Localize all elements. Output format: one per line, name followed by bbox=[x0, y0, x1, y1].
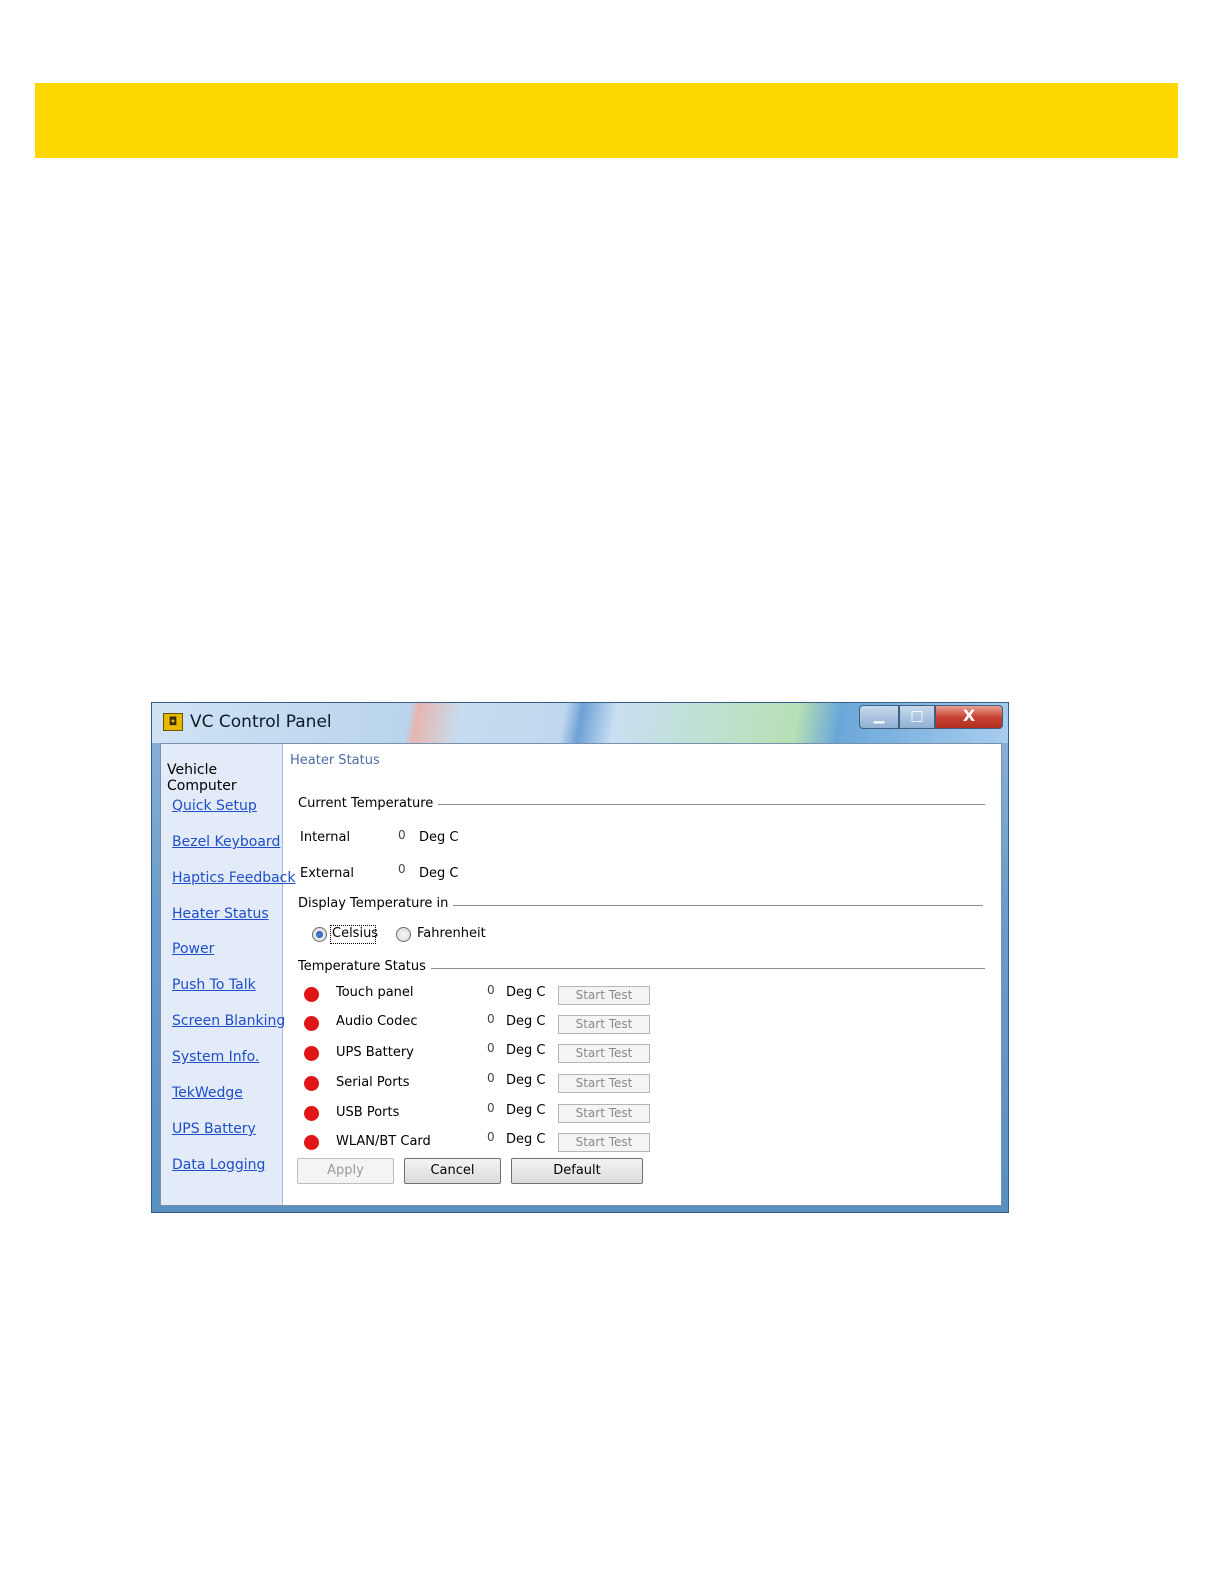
row-unit: Deg C bbox=[506, 1073, 546, 1088]
row-value: 0 bbox=[487, 1012, 495, 1026]
internal-label: Internal bbox=[300, 830, 351, 845]
group-divider bbox=[438, 905, 983, 906]
maximize-button[interactable]: □ bbox=[899, 705, 935, 729]
row-name-touch-panel: Touch panel bbox=[336, 985, 414, 1000]
default-button[interactable]: Default bbox=[511, 1158, 643, 1184]
row-name-ups-battery: UPS Battery bbox=[336, 1045, 414, 1060]
fahrenheit-label[interactable]: Fahrenheit bbox=[417, 926, 486, 941]
status-led-icon bbox=[304, 1016, 319, 1031]
display-temperature-label: Display Temperature in bbox=[298, 896, 454, 911]
celsius-label[interactable]: Celsius bbox=[332, 926, 378, 941]
sidebar-item-push-to-talk[interactable]: Push To Talk bbox=[172, 977, 256, 993]
start-test-button-audio-codec[interactable]: Start Test bbox=[558, 1015, 650, 1034]
external-value: 0 bbox=[398, 862, 406, 876]
status-led-icon bbox=[304, 1076, 319, 1091]
external-label: External bbox=[300, 866, 354, 881]
cancel-button[interactable]: Cancel bbox=[404, 1158, 501, 1184]
apply-button[interactable]: Apply bbox=[297, 1158, 394, 1184]
start-test-button-usb-ports[interactable]: Start Test bbox=[558, 1104, 650, 1123]
row-unit: Deg C bbox=[506, 985, 546, 1000]
row-name-usb-ports: USB Ports bbox=[336, 1105, 400, 1120]
start-test-button-touch-panel[interactable]: Start Test bbox=[558, 986, 650, 1005]
status-led-icon bbox=[304, 1106, 319, 1121]
row-value: 0 bbox=[487, 1071, 495, 1085]
start-test-button-ups-battery[interactable]: Start Test bbox=[558, 1044, 650, 1063]
row-value: 0 bbox=[487, 1041, 495, 1055]
row-value: 0 bbox=[487, 1130, 495, 1144]
sidebar-item-haptics-feedback[interactable]: Haptics Feedback bbox=[172, 870, 295, 886]
sidebar-header: Vehicle Computer bbox=[167, 762, 237, 794]
current-temperature-label: Current Temperature bbox=[298, 796, 439, 811]
panel-title: Heater Status bbox=[290, 753, 380, 768]
row-name-wlan-bt-card: WLAN/BT Card bbox=[336, 1134, 431, 1149]
sidebar: Vehicle Computer Quick Setup Bezel Keybo… bbox=[161, 744, 295, 1205]
sidebar-item-system-info[interactable]: System Info. bbox=[172, 1049, 259, 1065]
internal-unit: Deg C bbox=[419, 830, 459, 845]
sidebar-item-power[interactable]: Power bbox=[172, 941, 214, 957]
row-value: 0 bbox=[487, 1101, 495, 1115]
client-area: Vehicle Computer Quick Setup Bezel Keybo… bbox=[160, 743, 1002, 1206]
group-divider bbox=[418, 968, 985, 969]
heater-status-panel: Heater Status Current Temperature Intern… bbox=[283, 744, 1001, 1205]
sidebar-item-bezel-keyboard[interactable]: Bezel Keyboard bbox=[172, 834, 280, 850]
sidebar-item-screen-blanking[interactable]: Screen Blanking bbox=[172, 1013, 285, 1029]
row-unit: Deg C bbox=[506, 1103, 546, 1118]
row-name-serial-ports: Serial Ports bbox=[336, 1075, 410, 1090]
group-divider bbox=[428, 804, 985, 805]
row-unit: Deg C bbox=[506, 1014, 546, 1029]
control-panel-icon: ◘ bbox=[163, 713, 183, 731]
row-value: 0 bbox=[487, 983, 495, 997]
window-title: VC Control Panel bbox=[190, 712, 332, 732]
start-test-button-serial-ports[interactable]: Start Test bbox=[558, 1074, 650, 1093]
minimize-button[interactable]: ▁ bbox=[859, 705, 899, 729]
sidebar-item-ups-battery[interactable]: UPS Battery bbox=[172, 1121, 256, 1137]
temperature-status-label: Temperature Status bbox=[298, 959, 431, 974]
status-led-icon bbox=[304, 987, 319, 1002]
internal-value: 0 bbox=[398, 828, 406, 842]
title-bar[interactable]: ◘ VC Control Panel ▁ □ X bbox=[152, 703, 1008, 743]
status-led-icon bbox=[304, 1135, 319, 1150]
start-test-button-wlan-bt-card[interactable]: Start Test bbox=[558, 1133, 650, 1152]
celsius-radio[interactable] bbox=[312, 927, 327, 942]
close-button[interactable]: X bbox=[935, 705, 1003, 729]
fahrenheit-radio[interactable] bbox=[396, 927, 411, 942]
row-name-audio-codec: Audio Codec bbox=[336, 1014, 418, 1029]
yellow-header-banner bbox=[35, 83, 1178, 158]
row-unit: Deg C bbox=[506, 1132, 546, 1147]
sidebar-item-tekwedge[interactable]: TekWedge bbox=[172, 1085, 243, 1101]
sidebar-item-data-logging[interactable]: Data Logging bbox=[172, 1157, 265, 1173]
row-unit: Deg C bbox=[506, 1043, 546, 1058]
vc-control-panel-window: ◘ VC Control Panel ▁ □ X Vehicle Compute… bbox=[151, 702, 1009, 1213]
sidebar-item-heater-status[interactable]: Heater Status bbox=[172, 906, 269, 922]
sidebar-item-quick-setup[interactable]: Quick Setup bbox=[172, 798, 257, 814]
status-led-icon bbox=[304, 1046, 319, 1061]
external-unit: Deg C bbox=[419, 866, 459, 881]
